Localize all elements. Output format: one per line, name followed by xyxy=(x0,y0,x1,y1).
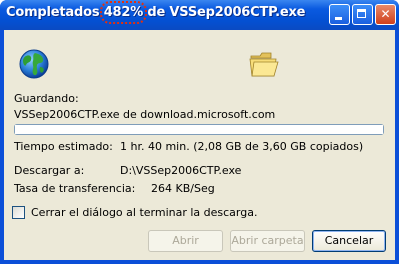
folder-icon xyxy=(249,52,279,77)
transfer-rate-value: 264 KB/Seg xyxy=(151,182,215,195)
download-to-label: Descargar a: xyxy=(14,164,85,177)
window-title: Completados 482% de VSSep2006CTP.exe xyxy=(6,1,306,24)
saving-file: VSSep2006CTP.exe de download.microsoft.c… xyxy=(14,108,276,121)
minimize-button[interactable] xyxy=(329,4,350,25)
close-button[interactable]: ✕ xyxy=(375,4,396,25)
estimated-time-value: 1 hr. 40 min. (2,08 GB de 3,60 GB copiad… xyxy=(120,140,364,153)
title-suffix: de VSSep2006CTP.exe xyxy=(143,5,306,20)
download-to-value: D:\VSSep2006CTP.exe xyxy=(120,164,242,177)
open-button[interactable]: Abrir xyxy=(148,230,223,252)
download-dialog: Completados 482% de VSSep2006CTP.exe ✕ G… xyxy=(0,0,399,264)
cancel-button[interactable]: Cancelar xyxy=(312,230,386,252)
estimated-time-label: Tiempo estimado: xyxy=(14,140,113,153)
download-progress-bar xyxy=(14,124,384,135)
saving-label: Guardando: xyxy=(14,92,79,105)
close-on-complete-checkbox[interactable] xyxy=(12,206,25,219)
maximize-button[interactable] xyxy=(352,4,373,25)
transfer-rate-label: Tasa de transferencia: xyxy=(14,182,136,195)
close-icon: ✕ xyxy=(380,7,391,21)
title-bar[interactable]: Completados 482% de VSSep2006CTP.exe ✕ xyxy=(0,0,399,30)
dialog-body: Guardando: VSSep2006CTP.exe de download.… xyxy=(4,30,395,260)
globe-icon xyxy=(19,49,49,79)
progress-fill xyxy=(15,125,383,134)
title-prefix: Completados xyxy=(6,5,104,20)
close-on-complete-label[interactable]: Cerrar el diálogo al terminar la descarg… xyxy=(31,206,257,219)
open-folder-button[interactable]: Abrir carpeta xyxy=(230,230,305,252)
title-percent: 482% xyxy=(99,1,148,24)
